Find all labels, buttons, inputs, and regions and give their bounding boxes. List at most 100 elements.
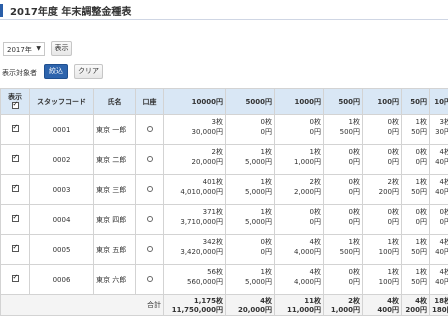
- count-text: 0枚: [260, 238, 272, 246]
- count-text: 0枚: [348, 208, 360, 216]
- row-display-cell[interactable]: [0, 264, 30, 295]
- amount-text: 30円: [435, 128, 448, 136]
- denomination-cell: 1枚 5,000円: [225, 174, 275, 205]
- total-10: 18枚180円: [429, 294, 448, 316]
- count-text: 1枚: [260, 208, 272, 216]
- denomination-cell: 1枚 5,000円: [225, 264, 275, 295]
- col-10: 10円: [429, 88, 448, 115]
- account-cell[interactable]: [135, 264, 164, 295]
- amount-text: 0円: [415, 158, 427, 166]
- denomination-cell: 4枚40円: [429, 174, 448, 205]
- table-row: 0005東京 五郎342枚3,420,000円0枚0円4枚4,000円1枚500…: [0, 234, 448, 265]
- amount-text: 4,000円: [293, 278, 321, 286]
- denomination-cell: 4枚 4,000円: [274, 264, 324, 295]
- amount-text: 0円: [348, 158, 360, 166]
- account-radio[interactable]: [146, 245, 153, 252]
- year-select-value: 2017年: [7, 46, 32, 54]
- amount-text: 50円: [411, 188, 427, 196]
- header-row: 表示 スタッフコード 氏名 口座 10000円 5000円 1000円 500円…: [0, 88, 448, 115]
- account-radio[interactable]: [146, 215, 153, 222]
- count-text: 371枚: [202, 208, 223, 216]
- total-50: 4枚 200円: [401, 294, 430, 316]
- row-checkbox[interactable]: [11, 273, 19, 282]
- row-display-cell[interactable]: [0, 234, 30, 265]
- denomination-cell: 1枚 50円: [401, 234, 430, 265]
- count-text: 0枚: [348, 178, 360, 186]
- total-500: 2枚 1,000円: [323, 294, 363, 316]
- account-radio[interactable]: [146, 155, 153, 162]
- denomination-cell: 1枚 50円: [401, 174, 430, 205]
- denomination-cell: 0枚0円: [323, 204, 363, 235]
- year-select[interactable]: 2017年 ▼: [3, 42, 45, 56]
- count-text: 2枚: [387, 178, 399, 186]
- denomination-cell: 0枚0円: [362, 114, 402, 145]
- clear-button[interactable]: クリア: [74, 64, 103, 79]
- count-text: 4枚: [439, 148, 448, 156]
- count-text: 1枚: [415, 238, 427, 246]
- amount-text: 100円: [378, 248, 399, 256]
- account-cell[interactable]: [135, 174, 164, 205]
- denomination-cell: 2枚 2,000円: [274, 174, 324, 205]
- denomination-cell: 3枚30円: [429, 114, 448, 145]
- staff-code-cell: 0002: [29, 144, 94, 175]
- account-cell[interactable]: [135, 204, 164, 235]
- page-header: 2017年度 年末調整金種表: [0, 0, 448, 20]
- denomination-cell: 4枚40円: [429, 144, 448, 175]
- count-text: 0枚: [309, 208, 321, 216]
- account-radio[interactable]: [146, 125, 153, 132]
- col-staff-code: スタッフコード: [29, 88, 94, 115]
- amount-text: 0円: [309, 128, 321, 136]
- denomination-cell: 0枚0円: [362, 204, 402, 235]
- amount-text: 40円: [435, 278, 448, 286]
- count-text: 1枚: [387, 268, 399, 276]
- row-checkbox[interactable]: [11, 183, 19, 192]
- row-display-cell[interactable]: [0, 174, 30, 205]
- count-text: 342枚: [202, 238, 223, 246]
- staff-code-cell: 0005: [29, 234, 94, 265]
- count-text: 0枚: [387, 208, 399, 216]
- denomination-cell: 0枚0円: [401, 204, 430, 235]
- col-display[interactable]: 表示: [0, 88, 30, 115]
- denomination-table: 表示 スタッフコード 氏名 口座 10000円 5000円 1000円 500円…: [0, 88, 448, 316]
- row-checkbox[interactable]: [11, 243, 19, 252]
- amount-text: 0円: [348, 278, 360, 286]
- total-1000: 11枚 11,000円: [274, 294, 324, 316]
- amount-text: 5,000円: [244, 188, 272, 196]
- row-checkbox[interactable]: [11, 153, 19, 162]
- row-display-cell[interactable]: [0, 144, 30, 175]
- denomination-grid: 表示 スタッフコード 氏名 口座 10000円 5000円 1000円 500円…: [0, 88, 448, 336]
- count-text: 2枚: [309, 178, 321, 186]
- row-display-cell[interactable]: [0, 114, 30, 145]
- account-cell[interactable]: [135, 114, 164, 145]
- account-cell[interactable]: [135, 234, 164, 265]
- denomination-cell: 0枚0円: [225, 114, 275, 145]
- account-radio[interactable]: [146, 275, 153, 282]
- denomination-cell: 1枚 100円: [362, 264, 402, 295]
- amount-text: 5,000円: [244, 158, 272, 166]
- account-cell[interactable]: [135, 144, 164, 175]
- account-radio[interactable]: [146, 185, 153, 192]
- count-text: 1枚: [260, 148, 272, 156]
- amount-text: 0円: [387, 128, 399, 136]
- filter-label: 表示対象者: [2, 69, 37, 77]
- denomination-cell: 0枚0円: [323, 264, 363, 295]
- row-checkbox[interactable]: [11, 123, 19, 132]
- staff-code-cell: 0006: [29, 264, 94, 295]
- denomination-cell: 0枚0円: [323, 144, 363, 175]
- select-all-checkbox[interactable]: [11, 100, 19, 109]
- denomination-cell: 2枚 200円: [362, 174, 402, 205]
- row-display-cell[interactable]: [0, 204, 30, 235]
- denomination-cell: 0枚0円: [274, 114, 324, 145]
- row-checkbox[interactable]: [11, 213, 19, 222]
- count-text: 2枚: [211, 148, 223, 156]
- amount-text: 50円: [411, 278, 427, 286]
- denomination-cell: 342枚 3,420,000円: [163, 234, 226, 265]
- denomination-cell: 4枚 4,000円: [274, 234, 324, 265]
- narrow-button[interactable]: 絞込: [44, 64, 68, 79]
- col-100: 100円: [362, 88, 402, 115]
- staff-name-cell: 東京 六郎: [93, 264, 136, 295]
- count-text: 0枚: [415, 208, 427, 216]
- show-button[interactable]: 表示: [51, 41, 72, 56]
- count-text: 4枚: [309, 238, 321, 246]
- amount-text: 5,000円: [244, 218, 272, 226]
